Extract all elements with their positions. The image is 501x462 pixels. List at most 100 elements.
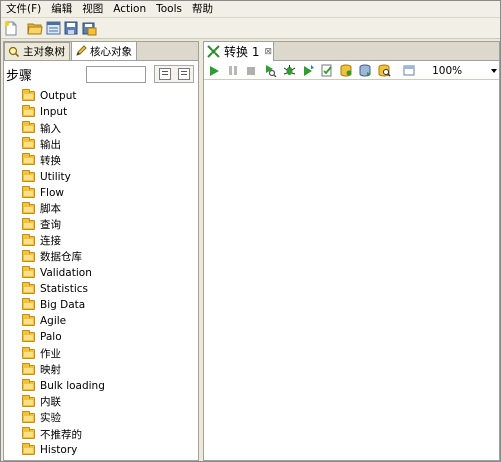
menu-view[interactable]: 视图 bbox=[77, 1, 108, 18]
tree-item-input[interactable]: Input bbox=[4, 104, 198, 120]
folder-icon bbox=[22, 443, 35, 456]
replay-icon[interactable] bbox=[302, 64, 315, 77]
explore-db-icon[interactable] bbox=[378, 64, 391, 77]
tree-item-utility[interactable]: Utility bbox=[4, 168, 198, 184]
chevron-down-icon bbox=[490, 68, 497, 73]
tree-item-label: Input bbox=[40, 106, 68, 119]
tree-item-history[interactable]: History bbox=[4, 442, 198, 458]
search-tree-icon bbox=[8, 46, 20, 58]
tree-item-label: Palo bbox=[40, 331, 62, 344]
tree-item-input-cn[interactable]: 输入 bbox=[4, 120, 198, 136]
tree-item-job[interactable]: 作业 bbox=[4, 346, 198, 362]
preview-icon[interactable] bbox=[264, 64, 277, 77]
steps-tree: Output Input 输入 输出 转换 Utility Flow 脚本 查询… bbox=[4, 88, 198, 460]
folder-icon bbox=[22, 298, 35, 311]
close-tab-icon[interactable]: ⊠ bbox=[264, 47, 272, 57]
tree-item-bulk-loading[interactable]: Bulk loading bbox=[4, 378, 198, 394]
open-folder-icon[interactable] bbox=[27, 20, 43, 36]
tree-item-label: 数据仓库 bbox=[40, 251, 82, 264]
tree-item-output[interactable]: Output bbox=[4, 88, 198, 104]
sql-icon[interactable] bbox=[359, 64, 372, 77]
steps-header: 步骤 bbox=[4, 62, 198, 86]
steps-search-input[interactable] bbox=[86, 65, 146, 83]
pencil-icon bbox=[75, 45, 87, 57]
tree-item-label: Statistics bbox=[40, 283, 88, 296]
tab-main-tree[interactable]: 主对象树 bbox=[4, 42, 70, 60]
menu-edit[interactable]: 编辑 bbox=[46, 1, 77, 18]
tree-item-transform[interactable]: 转换 bbox=[4, 152, 198, 168]
stop-icon[interactable] bbox=[245, 64, 258, 77]
tree-item-validation[interactable]: Validation bbox=[4, 265, 198, 281]
menu-help[interactable]: 帮助 bbox=[187, 1, 218, 18]
tree-item-flow[interactable]: Flow bbox=[4, 185, 198, 201]
pause-icon[interactable] bbox=[227, 64, 240, 77]
menu-file[interactable]: 文件(F) bbox=[1, 1, 46, 18]
collapse-all-icon[interactable] bbox=[177, 68, 190, 80]
tree-item-agile[interactable]: Agile bbox=[4, 313, 198, 329]
run-icon[interactable] bbox=[208, 64, 221, 77]
tree-item-label: Utility bbox=[40, 170, 71, 183]
tree-item-label: 连接 bbox=[40, 235, 61, 248]
folder-icon bbox=[22, 266, 35, 279]
folder-icon bbox=[22, 185, 35, 198]
steps-view-buttons bbox=[154, 65, 194, 83]
editor-panel: 转换 1 ⊠ 100% bbox=[203, 41, 500, 461]
tree-item-deprecated[interactable]: 不推荐的 bbox=[4, 426, 198, 442]
tree-item-inline[interactable]: 内联 bbox=[4, 394, 198, 410]
tree-item-big-data[interactable]: Big Data bbox=[4, 297, 198, 313]
tree-item-label: History bbox=[40, 444, 78, 457]
folder-icon bbox=[22, 89, 35, 102]
tab-transform-label: 转换 1 bbox=[224, 45, 260, 59]
tree-item-script[interactable]: 脚本 bbox=[4, 201, 198, 217]
folder-icon bbox=[22, 410, 35, 423]
tree-item-data-warehouse[interactable]: 数据仓库 bbox=[4, 249, 198, 265]
steps-title: 步骤 bbox=[6, 68, 33, 84]
left-panel: 主对象树 核心对象 步骤 Output Input 输入 输出 转换 Utili… bbox=[3, 41, 199, 461]
tab-transform-1[interactable]: 转换 1 ⊠ bbox=[204, 42, 274, 61]
save-as-icon[interactable] bbox=[81, 20, 97, 36]
tree-item-palo[interactable]: Palo bbox=[4, 329, 198, 345]
folder-icon bbox=[22, 169, 35, 182]
folder-icon bbox=[22, 217, 35, 230]
tree-item-label: Flow bbox=[40, 186, 64, 199]
analyze-icon[interactable] bbox=[340, 64, 353, 77]
tree-item-mapping[interactable]: 映射 bbox=[4, 362, 198, 378]
save-icon[interactable] bbox=[63, 20, 79, 36]
zoom-value: 100% bbox=[432, 64, 463, 77]
main-toolbar bbox=[1, 18, 500, 39]
tree-item-label: 输入 bbox=[40, 122, 61, 135]
folder-icon bbox=[22, 233, 35, 246]
folder-icon bbox=[22, 249, 35, 262]
debug-icon[interactable] bbox=[283, 64, 296, 77]
tree-item-label: 不推荐的 bbox=[40, 428, 82, 441]
tree-item-lookup[interactable]: 查询 bbox=[4, 217, 198, 233]
menu-tools[interactable]: Tools bbox=[151, 1, 187, 18]
folder-icon bbox=[22, 362, 35, 375]
tree-item-joins[interactable]: 连接 bbox=[4, 233, 198, 249]
show-results-icon[interactable] bbox=[403, 64, 416, 77]
expand-all-icon[interactable] bbox=[158, 68, 171, 80]
folder-icon bbox=[22, 282, 35, 295]
tree-item-label: Validation bbox=[40, 267, 92, 280]
tree-item-label: 内联 bbox=[40, 396, 61, 409]
tree-item-label: 作业 bbox=[40, 348, 61, 361]
explore-icon[interactable] bbox=[45, 20, 61, 36]
left-tab-bar: 主对象树 核心对象 bbox=[4, 41, 198, 61]
new-file-icon[interactable] bbox=[3, 20, 19, 36]
transform-canvas[interactable] bbox=[204, 81, 499, 460]
tab-core-objects[interactable]: 核心对象 bbox=[71, 41, 137, 60]
verify-icon[interactable] bbox=[321, 64, 334, 77]
menu-bar: 文件(F) 编辑 视图 Action Tools 帮助 bbox=[1, 1, 500, 18]
folder-icon bbox=[22, 121, 35, 134]
folder-icon bbox=[22, 394, 35, 407]
tree-item-output-cn[interactable]: 输出 bbox=[4, 136, 198, 152]
zoom-select[interactable]: 100% bbox=[429, 63, 499, 78]
menu-action[interactable]: Action bbox=[108, 1, 151, 18]
tree-item-experimental[interactable]: 实验 bbox=[4, 410, 198, 426]
tree-item-label: 查询 bbox=[40, 219, 61, 232]
tree-item-label: 实验 bbox=[40, 412, 61, 425]
editor-tab-bar: 转换 1 ⊠ bbox=[204, 42, 499, 61]
tree-item-statistics[interactable]: Statistics bbox=[4, 281, 198, 297]
folder-icon bbox=[22, 201, 35, 214]
tree-item-label: Output bbox=[40, 90, 77, 103]
